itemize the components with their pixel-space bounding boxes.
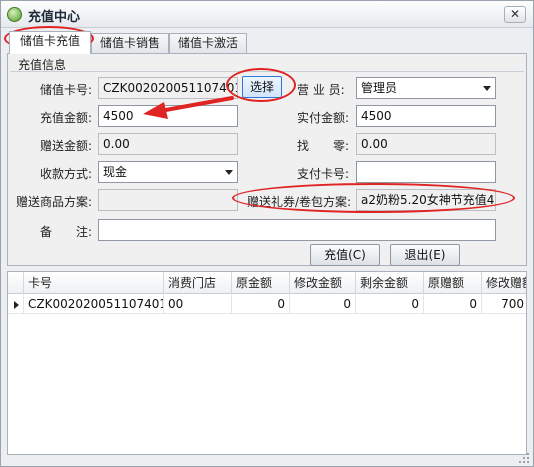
coupon-scheme-field[interactable]: a2奶粉5.20女神节充值4500 [356, 189, 496, 211]
paid-amount-label: 实付金额: [297, 111, 350, 125]
remark-input[interactable] [98, 219, 496, 241]
salesman-value: 管理员 [361, 81, 398, 95]
salesman-label: 营 业 员: [297, 83, 345, 97]
pay-card-label: 支付卡号: [297, 167, 350, 181]
recharge-info-panel: 充值信息 储值卡号: CZK0020200511074012 选择 营 业 员:… [7, 53, 527, 266]
paid-amount-input[interactable]: 4500 [356, 105, 496, 127]
pay-card-input[interactable] [356, 161, 496, 183]
payment-method-select[interactable]: 现金 [98, 161, 238, 183]
window-title: 充值中心 [28, 10, 81, 25]
recharge-grid: 卡号 消费门店 原金额 修改金额 剩余金额 原赠额 修改赠额 CZK002020… [7, 271, 527, 455]
grid-corner [8, 272, 24, 294]
recharge-amount-label: 充值金额: [40, 111, 93, 125]
payment-method-label: 收款方式: [40, 167, 93, 181]
exit-button[interactable]: 退出(E) [390, 244, 460, 266]
table-cell[interactable]: 0 [356, 294, 424, 314]
table-row[interactable]: CZK0020200511074012 00 0 0 0 0 700 [8, 294, 526, 314]
column-header[interactable]: 原金额 [232, 272, 290, 294]
change-field: 0.00 [356, 133, 496, 155]
table-cell[interactable]: 00 [164, 294, 232, 314]
gift-goods-field[interactable] [98, 189, 238, 211]
gift-goods-label: 赠送商品方案: [16, 195, 93, 209]
tab-card-activation[interactable]: 储值卡激活 [169, 33, 247, 53]
chevron-down-icon [483, 86, 491, 91]
select-card-button[interactable]: 选择 [242, 76, 282, 98]
card-no-label: 储值卡号: [40, 83, 93, 97]
change-label: 找 零: [297, 139, 350, 153]
resize-grip-icon[interactable] [519, 453, 531, 465]
table-cell[interactable]: 0 [424, 294, 482, 314]
row-header[interactable] [8, 294, 24, 314]
section-divider [10, 71, 524, 72]
column-header[interactable]: 卡号 [24, 272, 164, 294]
recharge-amount-input[interactable]: 4500 [98, 105, 238, 127]
close-button[interactable]: ✕ [504, 6, 526, 23]
column-header[interactable]: 修改金额 [290, 272, 356, 294]
gift-amount-label: 赠送金额: [40, 139, 93, 153]
column-header[interactable]: 剩余金额 [356, 272, 424, 294]
remark-label: 备 注: [40, 225, 93, 239]
table-cell[interactable]: CZK0020200511074012 [24, 294, 164, 314]
tab-card-recharge[interactable]: 储值卡充值 [9, 31, 91, 54]
column-header[interactable]: 消费门店 [164, 272, 232, 294]
table-cell[interactable]: 0 [232, 294, 290, 314]
tab-card-sales[interactable]: 储值卡销售 [91, 33, 169, 53]
recharge-button[interactable]: 充值(C) [310, 244, 380, 266]
grid-header: 卡号 消费门店 原金额 修改金额 剩余金额 原赠额 修改赠额 [8, 272, 526, 294]
column-header[interactable]: 修改赠额 [482, 272, 526, 294]
row-pointer-icon [14, 301, 19, 309]
coin-icon [7, 7, 22, 22]
coupon-scheme-label: 赠送礼券/卷包方案: [247, 195, 352, 209]
gift-amount-field: 0.00 [98, 133, 238, 155]
table-cell[interactable]: 700 [482, 294, 526, 314]
card-no-field[interactable]: CZK0020200511074012 [98, 77, 238, 99]
payment-method-value: 现金 [103, 165, 128, 179]
chevron-down-icon [225, 170, 233, 175]
titlebar: 充值中心 ✕ [1, 1, 533, 28]
recharge-window: 充值中心 ✕ 储值卡充值 储值卡销售 储值卡激活 充值信息 储值卡号: CZK0… [0, 0, 534, 467]
table-cell[interactable]: 0 [290, 294, 356, 314]
salesman-select[interactable]: 管理员 [356, 77, 496, 99]
column-header[interactable]: 原赠额 [424, 272, 482, 294]
